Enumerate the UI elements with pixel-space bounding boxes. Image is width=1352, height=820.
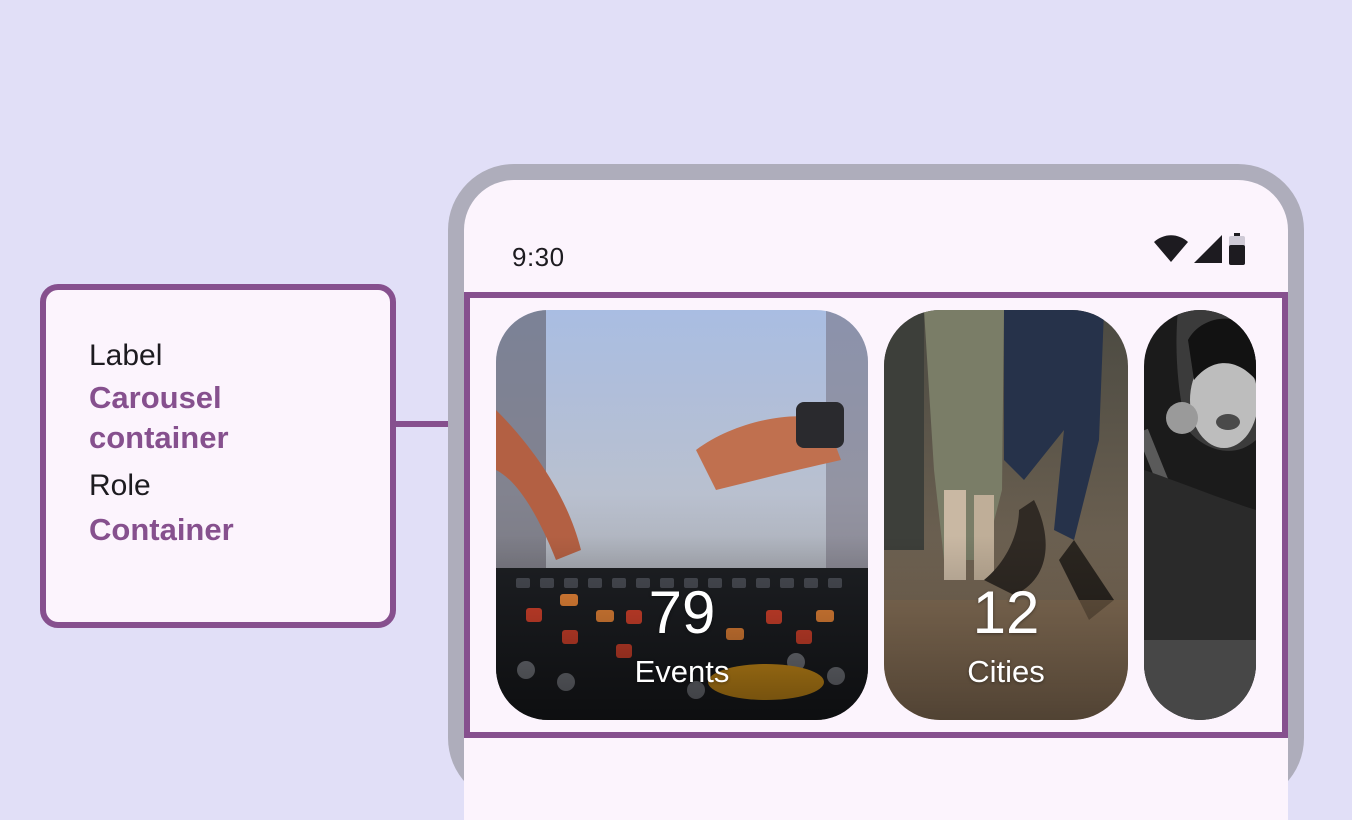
carousel-item-events[interactable]: 79 Events <box>496 310 868 720</box>
singer-microphone-photo <box>1144 310 1256 720</box>
annotation-label-key: Label <box>89 339 163 372</box>
cellular-signal-icon <box>1194 235 1222 263</box>
wifi-icon <box>1154 235 1188 262</box>
battery-icon <box>1229 233 1245 265</box>
carousel-item-count: 79 <box>648 579 716 646</box>
carousel-item-cities[interactable]: 12 Cities <box>884 310 1128 720</box>
carousel-item-small[interactable] <box>1144 310 1256 720</box>
carousel-container[interactable]: 79 Events 12 Cities <box>464 292 1288 738</box>
carousel-item-count: 12 <box>972 579 1040 646</box>
phone-screen: 9:30 79 Events 12 Cities <box>464 180 1288 820</box>
annotation-content: Label Carousel container Role Container <box>89 338 289 550</box>
annotation-role-value: Container <box>89 512 234 547</box>
annotation-card: Label Carousel container Role Container <box>40 284 396 628</box>
annotation-label-value: Carousel container <box>89 380 229 455</box>
annotation-role-key: Role <box>89 469 151 502</box>
status-icons <box>1154 232 1246 266</box>
status-time: 9:30 <box>512 242 565 272</box>
carousel-item-label: Cities <box>967 654 1045 689</box>
phone-frame: 9:30 79 Events 12 Cities <box>448 164 1304 820</box>
carousel-item-label: Events <box>634 654 730 689</box>
